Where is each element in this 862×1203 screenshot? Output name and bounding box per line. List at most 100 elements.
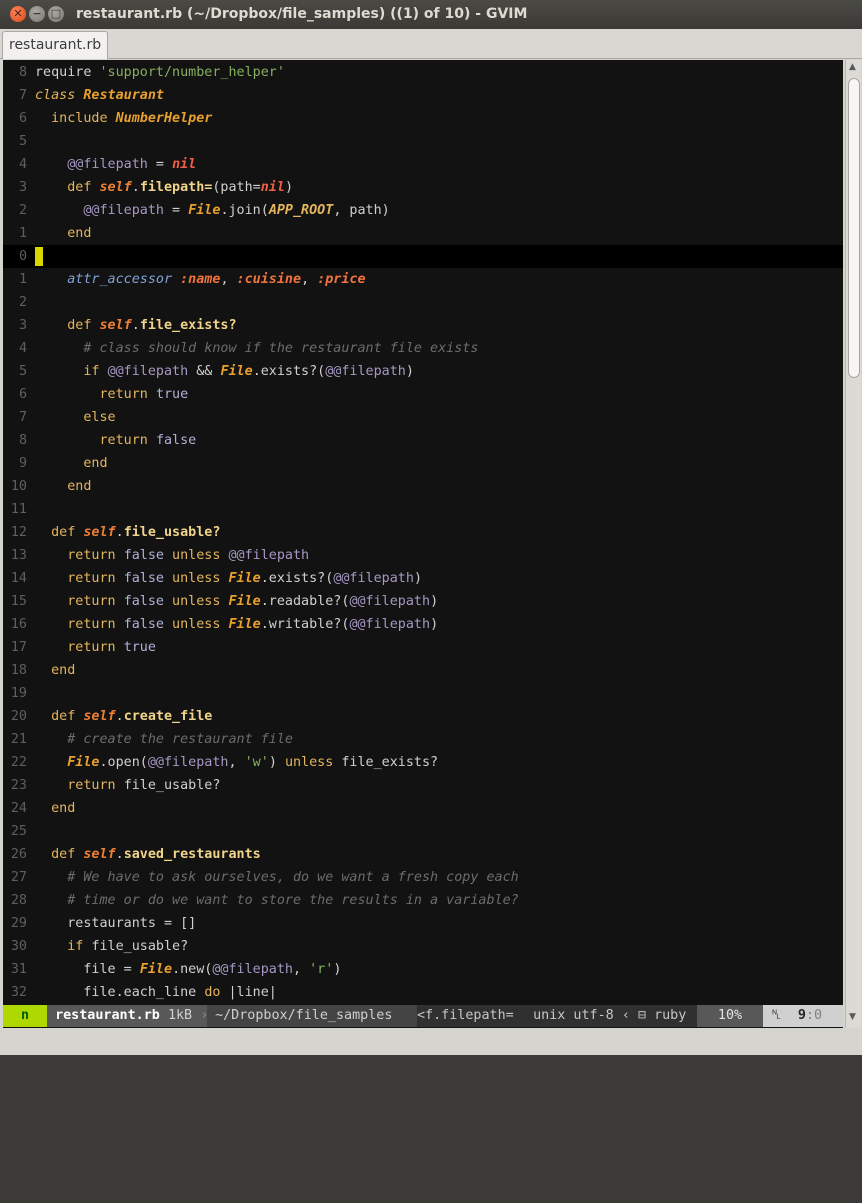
code-line[interactable]: 23 return file_usable? <box>3 774 843 797</box>
code-line[interactable]: 3 def self.filepath=(path=nil) <box>3 176 843 199</box>
code-line[interactable]: 32 file.each_line do |line| <box>3 981 843 1004</box>
code-line[interactable]: 2 @@filepath = File.join(APP_ROOT, path) <box>3 199 843 222</box>
code-line[interactable]: 3 def self.file_exists? <box>3 314 843 337</box>
code-token: self <box>99 318 132 333</box>
code-line[interactable]: 21 # create the restaurant file <box>3 728 843 751</box>
code-line[interactable]: 4 @@filepath = nil <box>3 153 843 176</box>
code-token: . <box>115 847 124 862</box>
code-token: .writable?( <box>260 617 350 632</box>
line-number: 22 <box>10 755 27 770</box>
status-filetype: ruby <box>654 1008 687 1023</box>
code-line[interactable]: 27 # We have to ask ourselves, do we wan… <box>3 866 843 889</box>
scroll-up-arrow-icon[interactable]: ▲ <box>849 62 856 72</box>
code-token: end <box>35 663 76 678</box>
scrollbar-thumb[interactable] <box>848 78 860 378</box>
status-path: ~/Dropbox/file_samples <box>215 1008 393 1023</box>
code-token: false <box>155 433 197 448</box>
code-line[interactable]: 30 if file_usable? <box>3 935 843 958</box>
code-text: include NumberHelper <box>35 107 212 130</box>
code-token: = <box>164 203 189 218</box>
code-text: end <box>35 452 108 475</box>
minimize-window-icon[interactable]: − <box>29 6 45 22</box>
code-token: true <box>155 387 189 402</box>
code-line[interactable]: 20 def self.create_file <box>3 705 843 728</box>
code-token: end <box>35 456 108 471</box>
code-line[interactable]: 6 return true <box>3 383 843 406</box>
code-line[interactable]: 19 <box>3 682 843 705</box>
line-number-icon: ␤ <box>771 1008 782 1023</box>
line-number: 6 <box>18 111 27 126</box>
code-token: return <box>35 640 124 655</box>
status-position-segment: ␤ 9:0 <box>763 1005 843 1027</box>
code-token: file_exists? <box>333 755 439 770</box>
code-line[interactable]: 16 return false unless File.writable?(@@… <box>3 613 843 636</box>
code-line[interactable]: 8 require 'support/number_helper' <box>3 61 843 84</box>
code-token: self <box>83 525 116 540</box>
code-token: @@filepath <box>147 755 229 770</box>
editor-buffer[interactable]: 8 require 'support/number_helper' 7 class R… <box>3 60 843 1028</box>
code-line[interactable]: 8 return false <box>3 429 843 452</box>
code-line[interactable]: 9 end <box>3 452 843 475</box>
code-text: file = File.new(@@filepath, 'r') <box>35 958 341 981</box>
code-token: Restaurant <box>83 88 164 103</box>
code-line[interactable]: 7 class Restaurant <box>3 84 843 107</box>
current-line[interactable]: 0 <box>3 245 843 268</box>
command-line-area[interactable] <box>0 1028 862 1055</box>
line-number: 3 <box>18 180 27 195</box>
code-text: attr_accessor :name, :cuisine, :price <box>35 268 365 291</box>
code-token: file.each_line <box>35 985 205 1000</box>
code-line[interactable]: 24 end <box>3 797 843 820</box>
window-title: restaurant.rb (~/Dropbox/file_samples) (… <box>76 6 528 22</box>
close-window-icon[interactable]: ✕ <box>10 6 26 22</box>
code-line[interactable]: 18 end <box>3 659 843 682</box>
tab-restaurant-rb[interactable]: restaurant.rb <box>2 31 109 59</box>
code-token: return <box>35 571 124 586</box>
code-line[interactable]: 10 end <box>3 475 843 498</box>
code-line[interactable]: 25 <box>3 820 843 843</box>
maximize-window-icon[interactable]: □ <box>48 6 64 22</box>
code-line[interactable]: 17 return true <box>3 636 843 659</box>
code-token: def <box>35 318 100 333</box>
code-token: @@filepath <box>349 594 431 609</box>
code-line[interactable]: 12 def self.file_usable? <box>3 521 843 544</box>
code-token: return <box>35 617 124 632</box>
code-line[interactable]: 5 if @@filepath && File.exists?(@@filepa… <box>3 360 843 383</box>
code-line[interactable]: 15 return false unless File.readable?(@@… <box>3 590 843 613</box>
line-number: 23 <box>10 778 27 793</box>
code-line[interactable]: 29 restaurants = [] <box>3 912 843 935</box>
code-line[interactable]: 4 # class should know if the restaurant … <box>3 337 843 360</box>
code-line[interactable]: 13 return false unless @@filepath <box>3 544 843 567</box>
scroll-down-arrow-icon[interactable]: ▼ <box>849 1012 856 1022</box>
code-token: # We have to ask ourselves, do we want a… <box>35 870 519 885</box>
code-line[interactable]: 22 File.open(@@filepath, 'w') unless fil… <box>3 751 843 774</box>
code-token: @@filepath <box>67 157 148 172</box>
code-token: end <box>35 226 92 241</box>
title-bar[interactable]: ✕ − □ restaurant.rb (~/Dropbox/file_samp… <box>0 0 862 29</box>
code-line[interactable]: 7 else <box>3 406 843 429</box>
vertical-scrollbar[interactable]: ▲ ▼ <box>845 60 861 1028</box>
code-line[interactable]: 14 return false unless File.exists?(@@fi… <box>3 567 843 590</box>
line-number: 1 <box>18 226 27 241</box>
code-line[interactable]: 5 <box>3 130 843 153</box>
code-line[interactable]: 1 attr_accessor :name, :cuisine, :price <box>3 268 843 291</box>
line-number: 13 <box>10 548 27 563</box>
code-token: if <box>35 939 92 954</box>
code-line[interactable]: 11 <box>3 498 843 521</box>
code-text: # time or do we want to store the result… <box>35 889 518 912</box>
code-line[interactable]: 6 include NumberHelper <box>3 107 843 130</box>
code-token: do <box>204 985 221 1000</box>
code-token: @@filepath <box>349 617 431 632</box>
code-text: restaurants = [] <box>35 912 196 935</box>
code-text: if file_usable? <box>35 935 188 958</box>
code-line[interactable]: 31 file = File.new(@@filepath, 'r') <box>3 958 843 981</box>
code-token: , <box>220 272 237 287</box>
code-token: require <box>35 65 100 80</box>
code-line[interactable]: 26 def self.saved_restaurants <box>3 843 843 866</box>
code-text: def self.saved_restaurants <box>35 843 261 866</box>
code-line[interactable]: 2 <box>3 291 843 314</box>
code-line[interactable]: 28 # time or do we want to store the res… <box>3 889 843 912</box>
code-line[interactable]: 1 end <box>3 222 843 245</box>
